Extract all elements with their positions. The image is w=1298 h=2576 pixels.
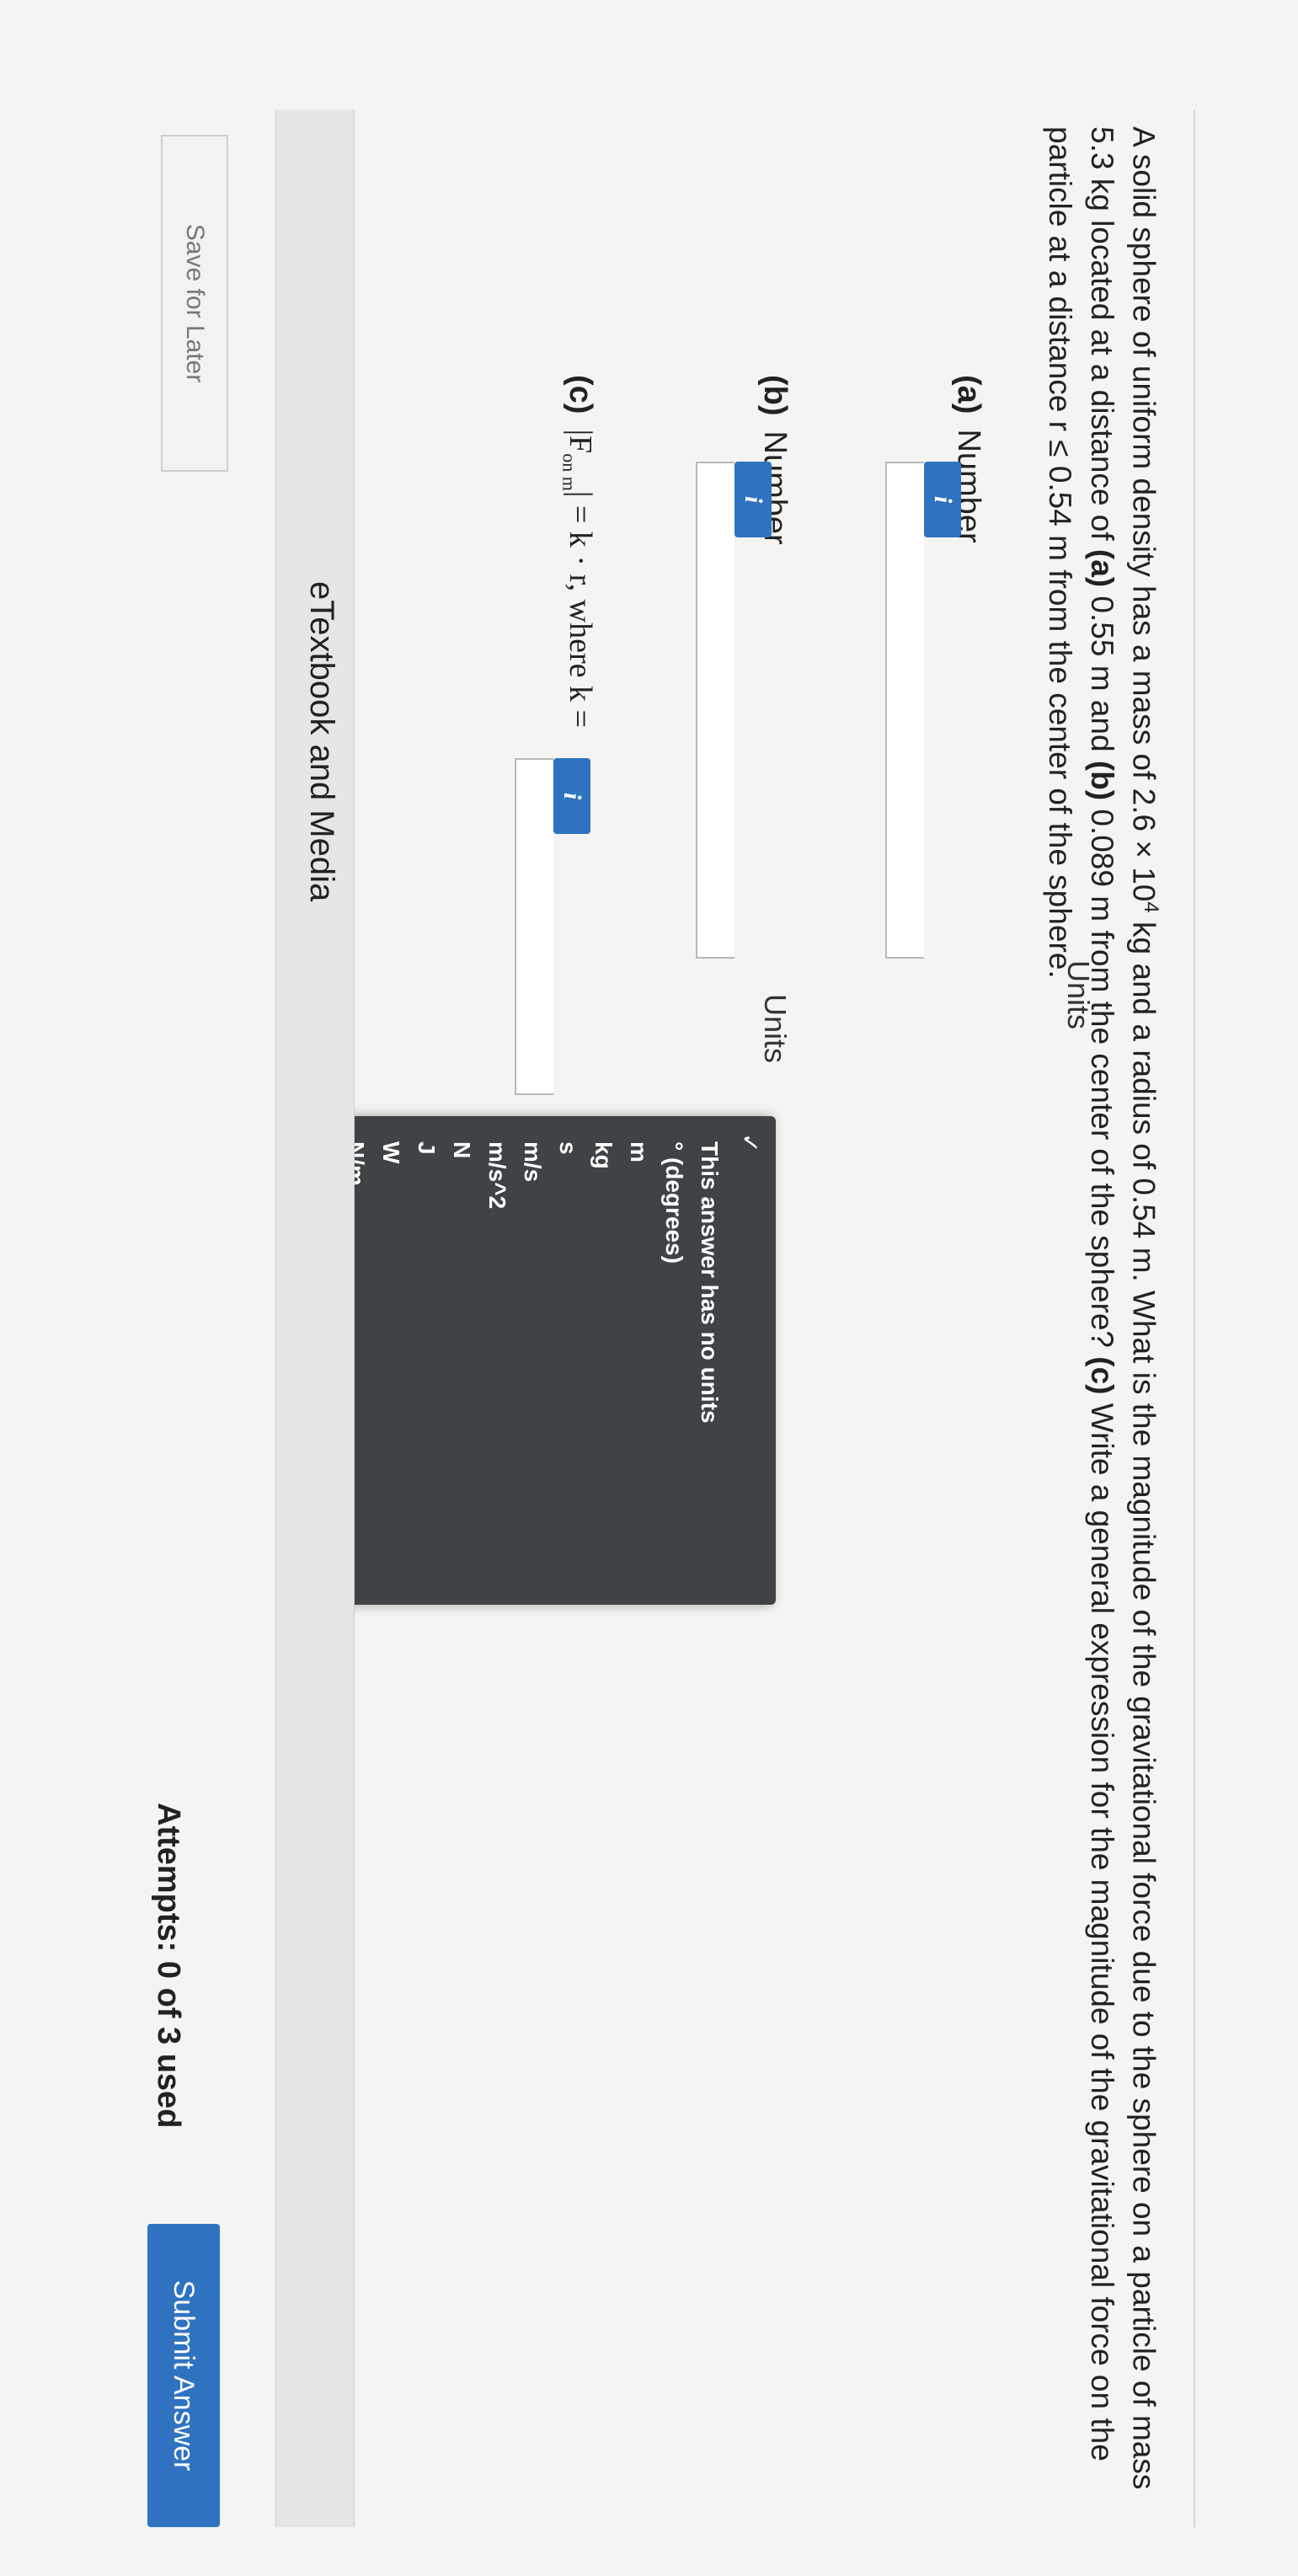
submit-answer-button[interactable]: Submit Answer	[147, 2224, 220, 2527]
unit-option[interactable]: N	[444, 1141, 479, 1579]
units-dropdown[interactable]: ✓ This answer has no units ° (degrees) m…	[338, 1116, 776, 1605]
save-for-later-button[interactable]: Save for Later	[161, 135, 228, 472]
info-icon[interactable]: i	[734, 462, 772, 537]
info-icon[interactable]: i	[553, 758, 590, 834]
unit-option[interactable]: ° (degrees)	[656, 1141, 692, 1579]
part-b-units-label: Units	[758, 994, 793, 1064]
unit-option[interactable]: J	[409, 1141, 444, 1579]
part-b-number-input[interactable]	[696, 462, 734, 959]
unit-option[interactable]: m/s	[515, 1141, 550, 1579]
part-a-units-label: Units	[1061, 960, 1096, 1030]
part-c-k-input[interactable]	[515, 758, 553, 1095]
part-a-number-input[interactable]	[885, 462, 924, 959]
part-c-label: (c)|Fon m| = k · r, where k =	[558, 375, 598, 728]
etextbook-bar[interactable]	[275, 110, 355, 2527]
info-icon[interactable]: i	[924, 462, 961, 537]
question-text: A solid sphere of uniform density has a …	[1042, 126, 1162, 2490]
question-panel: A solid sphere of uniform density has a …	[0, 0, 1298, 2576]
etextbook-label: eTextbook and Media	[303, 581, 340, 902]
unit-option[interactable]: s	[550, 1141, 585, 1579]
unit-option[interactable]: m	[621, 1141, 656, 1579]
units-options-list: This answer has no units ° (degrees) m k…	[338, 1141, 727, 1579]
unit-option[interactable]: This answer has no units	[692, 1141, 727, 1579]
attempts-counter: Attempts: 0 of 3 used	[151, 1803, 186, 2129]
unit-option[interactable]: W	[373, 1141, 409, 1579]
unit-option[interactable]: kg	[585, 1141, 621, 1579]
divider	[1194, 110, 1195, 2527]
checkmark-icon: ✓	[737, 1133, 763, 1153]
unit-option[interactable]: m/s^2	[479, 1141, 515, 1579]
